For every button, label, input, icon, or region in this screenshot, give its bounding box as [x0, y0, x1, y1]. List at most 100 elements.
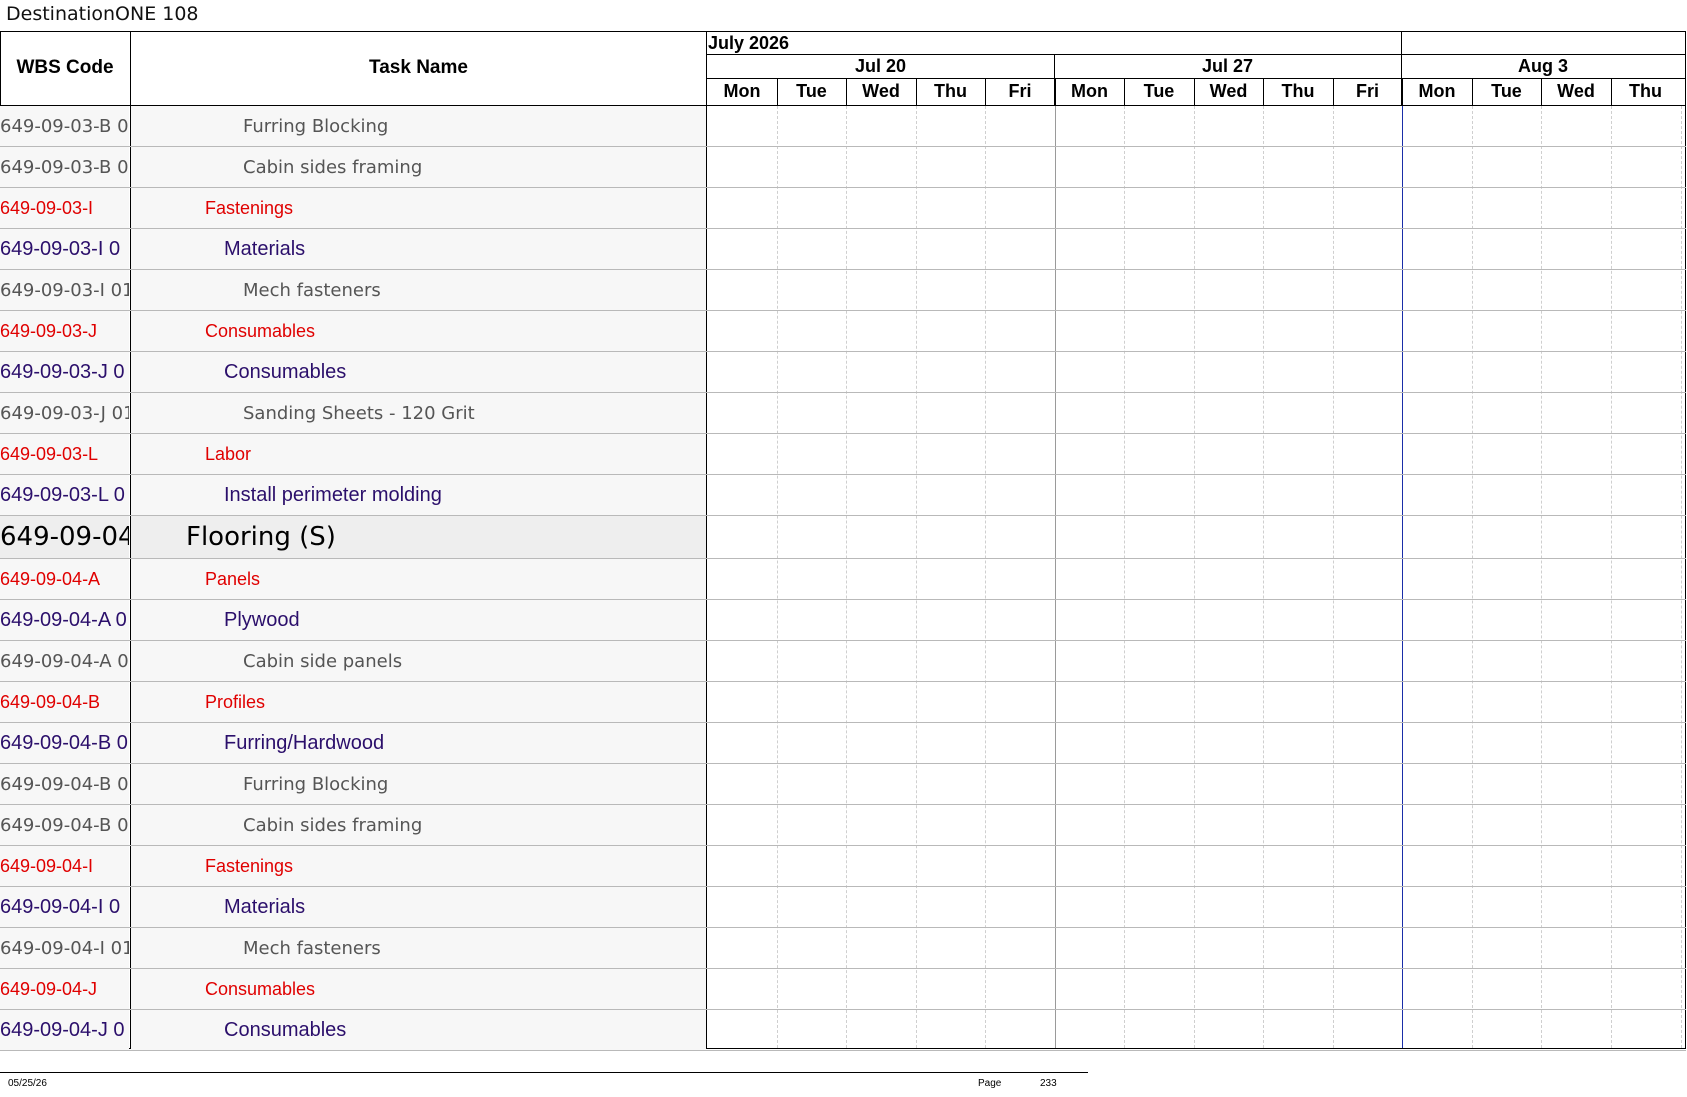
day-gridline: [1124, 106, 1125, 1048]
task-row[interactable]: 649-09-03-B 01 Furring Blocking: [0, 106, 706, 146]
task-name-cell[interactable]: Furring Blocking: [131, 764, 706, 804]
footer-page-label: Page: [978, 1078, 1002, 1089]
task-row[interactable]: 649-09-04-A 01 Cabin side panels: [0, 641, 706, 681]
task-name-cell[interactable]: Furring Blocking: [131, 106, 706, 146]
wbs-code: 649-09-03-J 0: [0, 352, 129, 392]
task-name: Cabin side panels: [243, 650, 403, 672]
wbs-column-header[interactable]: WBS Code: [0, 31, 130, 105]
app-title: DestinationONE 108: [6, 3, 199, 25]
task-name-cell[interactable]: Fastenings: [131, 846, 706, 886]
wbs-code: 649-09-04-I: [0, 846, 129, 886]
wbs-code: 649-09-04-J: [0, 969, 129, 1009]
task-row[interactable]: 649-09-04-J 0 Consumables: [0, 1010, 706, 1050]
wbs-code: 649-09-04-B 0: [0, 723, 129, 763]
day-gridline: [1611, 106, 1612, 1048]
task-name-cell[interactable]: Labor: [131, 434, 706, 474]
task-name-cell[interactable]: Profiles: [131, 682, 706, 722]
day-header: Mon: [1418, 81, 1456, 101]
task-row[interactable]: 649-09-04-B 0 Furring/Hardwood: [0, 723, 706, 763]
task-name: Mech fasteners: [243, 937, 381, 959]
task-row[interactable]: 649-09-04-I Fastenings: [0, 846, 706, 886]
week-header: Jul 20: [854, 56, 907, 76]
day-header-divider: [1263, 79, 1264, 105]
task-row[interactable]: 649-09-04 Flooring (S): [0, 516, 706, 558]
task-name: Cabin sides framing: [243, 814, 423, 836]
day-gridline: [1681, 106, 1682, 1048]
task-name-cell[interactable]: Fastenings: [131, 188, 706, 228]
task-row[interactable]: 649-09-04-J Consumables: [0, 969, 706, 1009]
task-name-cell[interactable]: Materials: [131, 229, 706, 269]
wbs-code: 649-09-04: [0, 516, 129, 558]
task-name-cell[interactable]: Consumables: [131, 352, 706, 392]
task-name: Consumables: [205, 320, 316, 341]
day-header: Tue: [1143, 81, 1175, 101]
task-name: Fastenings: [205, 855, 294, 876]
week-header: Aug 3: [1517, 56, 1568, 76]
day-header-divider: [846, 79, 847, 105]
task-row[interactable]: 649-09-03-J 01 Sanding Sheets - 120 Grit: [0, 393, 706, 433]
task-name-cell[interactable]: Flooring (S): [131, 516, 706, 558]
task-name-cell[interactable]: Materials: [131, 887, 706, 927]
day-header: Wed: [862, 81, 900, 101]
week-gridline: [1055, 106, 1056, 1048]
task-name: Panels: [205, 568, 261, 589]
month-divider: [1401, 31, 1402, 55]
task-row[interactable]: 649-09-04-B 01 Furring Blocking: [0, 764, 706, 804]
wbs-code: 649-09-04-I 0: [0, 887, 129, 927]
day-header-divider: [1611, 79, 1612, 105]
task-row[interactable]: 649-09-03-I 01- Mech fasteners: [0, 270, 706, 310]
day-gridline: [1541, 106, 1542, 1048]
task-column-header[interactable]: Task Name: [131, 31, 706, 105]
task-name-cell[interactable]: Consumables: [131, 1010, 706, 1050]
task-name-cell[interactable]: Panels: [131, 559, 706, 599]
day-gridline: [1333, 106, 1334, 1048]
task-name-cell[interactable]: Sanding Sheets - 120 Grit: [131, 393, 706, 433]
wbs-code: 649-09-03-L: [0, 434, 129, 474]
task-name-cell[interactable]: Furring/Hardwood: [131, 723, 706, 763]
task-name: Flooring (S): [186, 522, 336, 552]
task-name-cell[interactable]: Cabin sides framing: [131, 805, 706, 845]
wbs-code: 649-09-03-I 01-: [0, 270, 129, 310]
task-row[interactable]: 649-09-03-B 01 Cabin sides framing: [0, 147, 706, 187]
day-header: Fri: [1008, 81, 1032, 101]
task-row[interactable]: 649-09-03-I 0 Materials: [0, 229, 706, 269]
task-row[interactable]: 649-09-04-I 0 Materials: [0, 887, 706, 927]
task-row[interactable]: 649-09-03-J Consumables: [0, 311, 706, 351]
task-name: Fastenings: [205, 197, 294, 218]
task-name-cell[interactable]: Mech fasteners: [131, 928, 706, 968]
task-name: Labor: [205, 443, 252, 464]
task-row[interactable]: 649-09-03-L Labor: [0, 434, 706, 474]
day-header: Thu: [1629, 81, 1662, 101]
task-name-cell[interactable]: Plywood: [131, 600, 706, 640]
task-name-cell[interactable]: Consumables: [131, 311, 706, 351]
day-header-divider: [1402, 79, 1403, 105]
wbs-code: 649-09-04-I 01-: [0, 928, 129, 968]
task-row[interactable]: 649-09-04-B Profiles: [0, 682, 706, 722]
task-row[interactable]: 649-09-04-A Panels: [0, 559, 706, 599]
wbs-code: 649-09-03-L 0: [0, 475, 129, 515]
task-name: Consumables: [205, 978, 316, 999]
task-row[interactable]: 649-09-03-I Fastenings: [0, 188, 706, 228]
task-name-cell[interactable]: Cabin sides framing: [131, 147, 706, 187]
day-header: Mon: [1071, 81, 1108, 101]
task-row[interactable]: 649-09-04-B 01 Cabin sides framing: [0, 805, 706, 845]
task-name-cell[interactable]: Install perimeter molding: [131, 475, 706, 515]
day-header-divider: [1124, 79, 1125, 105]
day-header-divider: [916, 79, 917, 105]
task-row[interactable]: 649-09-03-J 0 Consumables: [0, 352, 706, 392]
day-header-divider: [985, 79, 986, 105]
task-name-cell[interactable]: Cabin side panels: [131, 641, 706, 681]
task-name: Cabin sides framing: [243, 156, 423, 178]
task-name-cell[interactable]: Consumables: [131, 969, 706, 1009]
wbs-code: 649-09-04-A 0: [0, 600, 129, 640]
task-row[interactable]: 649-09-04-I 01- Mech fasteners: [0, 928, 706, 968]
task-row[interactable]: 649-09-04-A 0 Plywood: [0, 600, 706, 640]
task-name: Materials: [224, 237, 306, 260]
task-name-cell[interactable]: Mech fasteners: [131, 270, 706, 310]
task-row[interactable]: 649-09-03-L 0 Install perimeter molding: [0, 475, 706, 515]
day-gridline: [846, 106, 847, 1048]
task-name: Profiles: [205, 691, 266, 712]
wbs-code: 649-09-04-B 01: [0, 764, 129, 804]
day-header: Fri: [1355, 81, 1379, 101]
task-name: Materials: [224, 895, 306, 918]
